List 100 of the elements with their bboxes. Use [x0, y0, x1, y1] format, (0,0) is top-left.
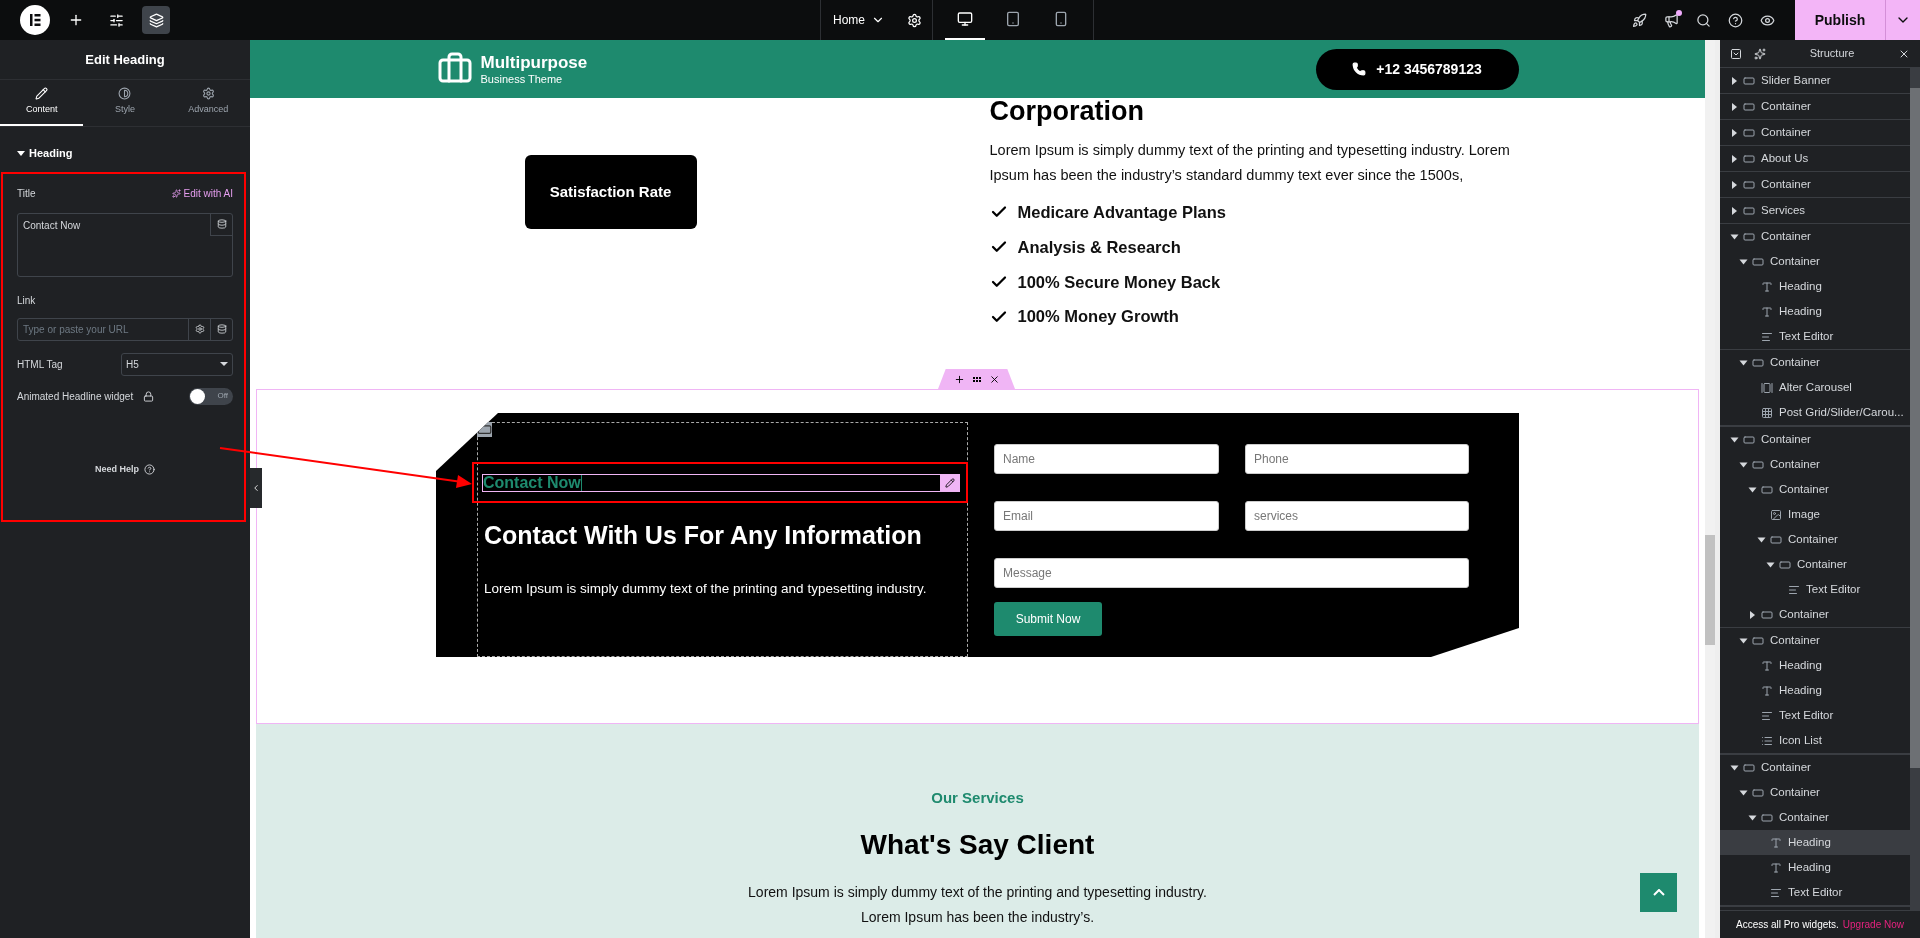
caret-icon[interactable] [1739, 790, 1748, 795]
form-field[interactable]: Email [994, 501, 1219, 531]
panel-tab[interactable]: Content [0, 80, 84, 126]
structure-item[interactable]: Slider Banner [1720, 68, 1910, 93]
add-icon[interactable] [953, 373, 965, 385]
text-cursor [580, 474, 582, 491]
caret-icon[interactable] [1739, 360, 1748, 365]
structure-item[interactable]: Heading [1720, 678, 1910, 703]
caret-icon[interactable] [1739, 462, 1748, 467]
lock-icon [143, 390, 155, 402]
caret-icon[interactable] [1748, 815, 1757, 820]
structure-item[interactable]: Container [1720, 249, 1910, 274]
text-icon [1788, 583, 1800, 596]
collapse-all-icon[interactable] [1730, 47, 1742, 60]
search-icon[interactable] [1696, 12, 1711, 28]
caret-icon[interactable] [1732, 154, 1737, 163]
help-icon[interactable] [144, 463, 155, 475]
satisfaction-rate-button[interactable]: Satisfaction Rate [524, 155, 697, 229]
structure-item[interactable]: About Us [1720, 146, 1910, 171]
structure-item[interactable]: Container [1720, 628, 1910, 653]
publish-button[interactable]: Publish [1795, 0, 1885, 40]
form-field[interactable]: services [1245, 501, 1469, 531]
services-text-line: Lorem Ipsum is simply dummy text of the printing and typesetting industry. [748, 882, 1207, 902]
upgrade-link[interactable]: Upgrade Now [1842, 917, 1904, 932]
container-icon [1761, 483, 1773, 496]
rocket-icon[interactable] [1632, 12, 1647, 28]
html-tag-select[interactable]: H5 [121, 352, 233, 376]
structure-item[interactable]: Text Editor [1720, 703, 1910, 728]
caret-icon[interactable] [1750, 610, 1755, 619]
structure-item[interactable]: Container [1720, 755, 1910, 780]
structure-item[interactable]: Services [1720, 198, 1910, 223]
caret-icon[interactable] [1732, 180, 1737, 189]
dynamic-tags-icon[interactable] [210, 213, 232, 236]
elementor-logo-icon[interactable] [20, 5, 50, 35]
caret-icon[interactable] [1732, 206, 1737, 215]
megaphone-icon[interactable] [1664, 12, 1679, 28]
structure-item[interactable]: Container [1720, 477, 1910, 502]
structure-item-label: Slider Banner [1761, 72, 1831, 88]
structure-item[interactable]: Icon List [1720, 728, 1910, 753]
structure-item[interactable]: Container [1720, 172, 1910, 197]
need-help-link[interactable]: Need Help [95, 462, 139, 476]
structure-item[interactable]: Heading [1720, 653, 1910, 678]
structure-item[interactable]: Image [1720, 502, 1910, 527]
contact-now-heading[interactable]: Contact Now [482, 473, 960, 492]
caret-icon[interactable] [1730, 234, 1739, 239]
form-field[interactable]: Name [994, 444, 1219, 474]
caret-icon[interactable] [1730, 437, 1739, 442]
phone-button[interactable]: +12 3456789123 [1315, 48, 1519, 90]
structure-item[interactable]: Heading [1720, 830, 1910, 855]
caret-icon[interactable] [1732, 76, 1737, 85]
form-field[interactable]: Message [994, 558, 1469, 588]
structure-item[interactable]: Text Editor [1720, 880, 1910, 905]
title-textarea[interactable]: Contact Now [17, 212, 233, 277]
link-field[interactable]: Type or paste your URL [17, 317, 233, 341]
structure-item[interactable]: Container [1720, 224, 1910, 249]
edit-icon[interactable] [940, 473, 959, 492]
structure-item[interactable]: Container [1720, 552, 1910, 577]
page-menu[interactable]: Home [821, 11, 897, 29]
preview-icon[interactable] [1760, 12, 1775, 28]
structure-item[interactable]: Post Grid/Slider/Carou... [1720, 400, 1910, 425]
panel-tab[interactable]: Advanced [166, 80, 250, 126]
container-handle-icon[interactable] [477, 422, 492, 437]
url-input[interactable]: Type or paste your URL [18, 318, 188, 340]
form-field[interactable]: Phone [1245, 444, 1469, 474]
section-toggle[interactable]: Heading [17, 145, 233, 162]
animated-headline-switch[interactable]: Off [189, 387, 233, 405]
structure-item[interactable]: Heading [1720, 855, 1910, 880]
caret-icon[interactable] [1739, 638, 1748, 643]
help-icon[interactable] [1728, 12, 1743, 28]
caret-icon[interactable] [1732, 102, 1737, 111]
delete-icon[interactable] [988, 373, 1000, 385]
structure-item[interactable]: Container [1720, 780, 1910, 805]
caret-icon[interactable] [1766, 562, 1775, 567]
caret-icon[interactable] [1730, 765, 1739, 770]
structure-item[interactable]: Container [1720, 427, 1910, 452]
structure-item[interactable]: Container [1720, 350, 1910, 375]
structure-item[interactable]: Container [1720, 120, 1910, 145]
drag-handle-icon[interactable] [972, 376, 981, 382]
structure-item[interactable]: Heading [1720, 274, 1910, 299]
sparkle-icon[interactable] [1754, 47, 1766, 60]
structure-item[interactable]: Heading [1720, 299, 1910, 324]
panel-tab[interactable]: Style [83, 80, 167, 126]
edit-with-ai-link[interactable]: Edit with AI [171, 185, 233, 201]
submit-button[interactable]: Submit Now [994, 602, 1102, 636]
structure-item[interactable]: Container [1720, 805, 1910, 830]
caret-icon[interactable] [1739, 259, 1748, 264]
structure-item[interactable]: Alter Carousel [1720, 375, 1910, 400]
scrollbar[interactable] [1910, 68, 1920, 910]
structure-item[interactable]: Text Editor [1720, 577, 1910, 602]
canvas-scrollbar[interactable] [1705, 40, 1715, 938]
structure-item[interactable]: Container [1720, 602, 1910, 627]
heading-icon [1761, 684, 1773, 697]
structure-item[interactable]: Text Editor [1720, 324, 1910, 349]
structure-item[interactable]: Container [1720, 452, 1910, 477]
structure-item[interactable]: Container [1720, 94, 1910, 119]
caret-icon[interactable] [1757, 537, 1766, 542]
layers-icon[interactable] [142, 6, 170, 34]
caret-icon[interactable] [1732, 128, 1737, 137]
caret-icon[interactable] [1748, 487, 1757, 492]
structure-item[interactable]: Container [1720, 527, 1910, 552]
